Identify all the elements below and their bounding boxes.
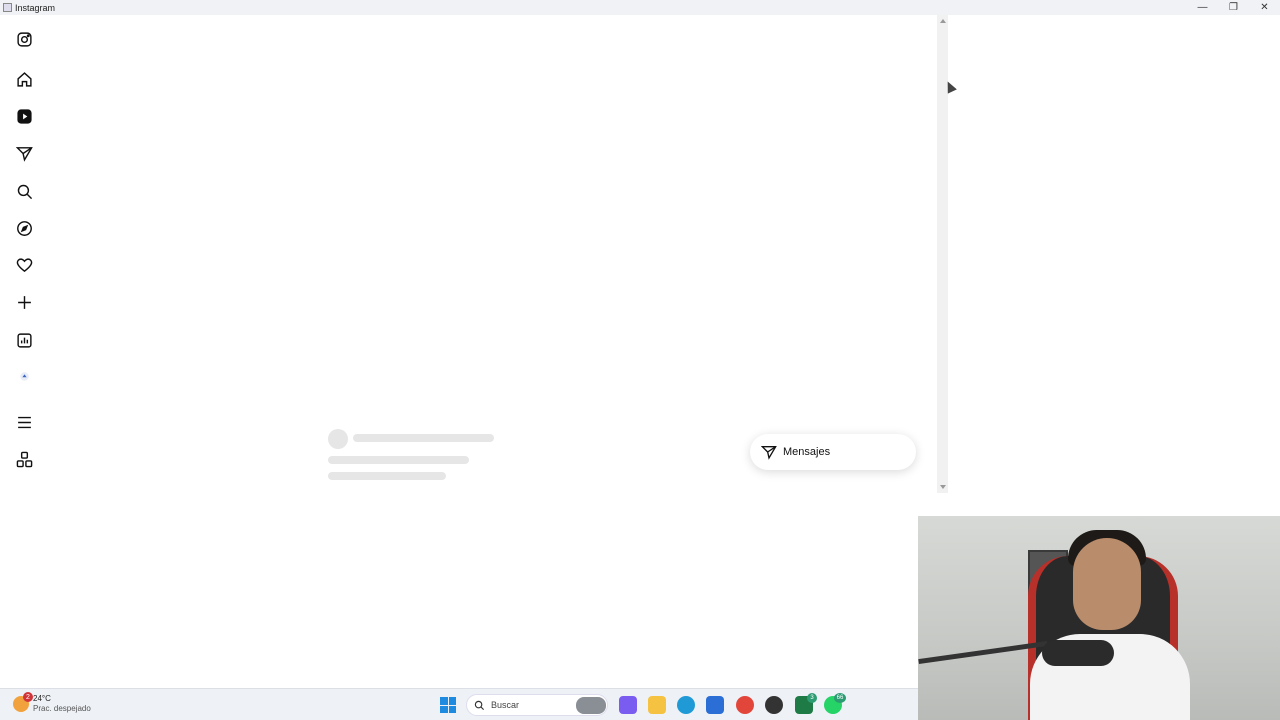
taskbar: 2 24°C Prac. despejado Buscar 3 66 [0, 688, 918, 720]
dashboard-chart-icon[interactable] [14, 330, 34, 350]
profile-avatar-icon[interactable] [14, 366, 34, 386]
weather-widget[interactable]: 2 24°C Prac. despejado [13, 692, 91, 714]
main-feed [48, 15, 937, 493]
close-button[interactable]: ✕ [1249, 0, 1280, 15]
windows-start-icon[interactable] [440, 697, 456, 713]
search-icon[interactable] [14, 181, 34, 201]
messages-icon[interactable] [14, 143, 34, 163]
weather-condition: Prac. despejado [33, 704, 91, 713]
instagram-app-icon[interactable] [765, 696, 783, 714]
notifications-heart-icon[interactable] [14, 255, 34, 275]
weather-temp: 24°C [33, 694, 51, 703]
search-icon [474, 700, 485, 710]
excel-icon[interactable]: 3 [795, 693, 817, 714]
window-controls: — ❐ ✕ [1187, 0, 1280, 15]
loading-skeleton-line [328, 456, 469, 464]
person-head [1073, 538, 1141, 630]
reels-icon[interactable] [14, 106, 34, 126]
instagram-logo-icon[interactable] [14, 29, 34, 49]
more-menu-icon[interactable] [14, 412, 34, 432]
file-explorer-icon[interactable] [648, 696, 666, 714]
maximize-button[interactable]: ❐ [1218, 0, 1249, 15]
store-icon[interactable] [706, 696, 724, 714]
whatsapp-badge: 66 [834, 693, 846, 703]
copilot-icon[interactable] [619, 696, 637, 714]
chrome-icon[interactable] [736, 696, 754, 714]
explore-icon[interactable] [14, 218, 34, 238]
scroll-up-arrow-icon[interactable] [940, 19, 946, 23]
messages-button-label: Mensajes [783, 446, 831, 458]
scroll-down-arrow-icon[interactable] [940, 485, 946, 489]
loading-skeleton-avatar [328, 429, 348, 449]
edge-icon[interactable] [677, 696, 695, 714]
messages-button[interactable]: Mensajes [750, 434, 916, 470]
weather-sun-icon: 2 [13, 692, 33, 712]
taskbar-search[interactable]: Buscar [466, 694, 608, 716]
create-plus-icon[interactable] [14, 292, 34, 312]
window-title: Instagram [15, 2, 56, 13]
home-icon[interactable] [14, 69, 34, 89]
also-from-meta-icon[interactable] [14, 449, 34, 469]
loading-skeleton-line [353, 434, 494, 442]
app-icon [3, 3, 12, 12]
messages-icon [761, 446, 777, 460]
weather-badge: 2 [23, 692, 33, 702]
whatsapp-icon[interactable]: 66 [824, 693, 846, 714]
window-titlebar: Instagram — ❐ ✕ [0, 0, 1280, 15]
webcam-overlay [918, 516, 1280, 720]
microphone [1042, 640, 1114, 666]
loading-skeleton-line [328, 472, 446, 480]
search-highlight-thumbnail [576, 697, 606, 714]
sidebar-nav [0, 15, 48, 495]
taskbar-search-placeholder: Buscar [491, 700, 520, 710]
minimize-button[interactable]: — [1187, 0, 1218, 15]
excel-badge: 3 [807, 693, 817, 703]
